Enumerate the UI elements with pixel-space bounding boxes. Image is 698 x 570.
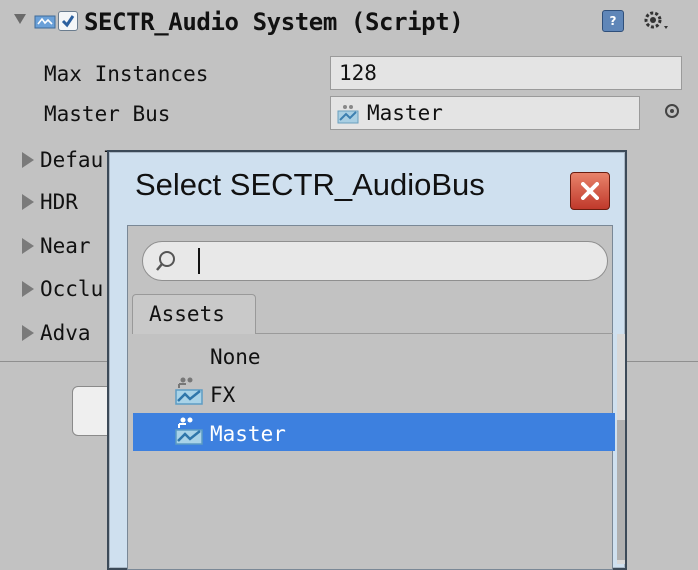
list-item-fx[interactable]: FX: [210, 380, 235, 410]
audio-bus-icon: [337, 105, 359, 124]
foldout-hdr-label[interactable]: HDR: [40, 188, 78, 216]
list-item-none[interactable]: None: [210, 342, 261, 372]
gear-icon[interactable]: [640, 8, 672, 36]
tab-underline: [256, 333, 613, 334]
close-icon: [581, 182, 599, 200]
foldout-arrow-icon[interactable]: [14, 14, 26, 24]
search-icon: [156, 251, 175, 271]
object-picker-icon[interactable]: [665, 104, 679, 118]
max-instances-label: Max Instances: [44, 62, 209, 86]
master-bus-value: Master: [367, 101, 443, 125]
component-enabled-checkbox[interactable]: [58, 11, 78, 31]
scrollbar-thumb[interactable]: [617, 420, 625, 560]
foldout-advanced-label[interactable]: Adva: [40, 319, 91, 347]
tab-assets[interactable]: Assets: [132, 294, 256, 334]
search-input[interactable]: [142, 241, 608, 281]
list-item-master[interactable]: Master: [210, 419, 286, 449]
master-bus-field[interactable]: Master: [330, 96, 640, 130]
audio-bus-icon: [175, 377, 203, 405]
help-icon[interactable]: ?: [602, 10, 624, 32]
foldout-hdr-arrow-icon[interactable]: [22, 194, 34, 210]
text-cursor: [198, 248, 200, 274]
foldout-advanced-arrow-icon[interactable]: [22, 325, 34, 341]
foldout-default-audio-arrow-icon[interactable]: [22, 152, 34, 168]
checkbox-checked-icon: [61, 15, 75, 28]
dialog-title: Select SECTR_AudioBus: [135, 167, 485, 202]
foldout-occlusion-arrow-icon[interactable]: [22, 281, 34, 297]
master-bus-label: Master Bus: [44, 102, 171, 126]
component-title: SECTR_Audio System (Script): [84, 8, 464, 36]
foldout-near-label[interactable]: Near: [40, 232, 91, 260]
max-instances-field[interactable]: 128: [330, 56, 682, 90]
close-button[interactable]: [570, 172, 610, 210]
list-item-selected-row[interactable]: [133, 413, 615, 451]
foldout-near-arrow-icon[interactable]: [22, 238, 34, 254]
audio-bus-icon: [175, 417, 203, 445]
script-icon: [34, 15, 56, 29]
foldout-occlusion-label[interactable]: Occlu: [40, 275, 103, 303]
